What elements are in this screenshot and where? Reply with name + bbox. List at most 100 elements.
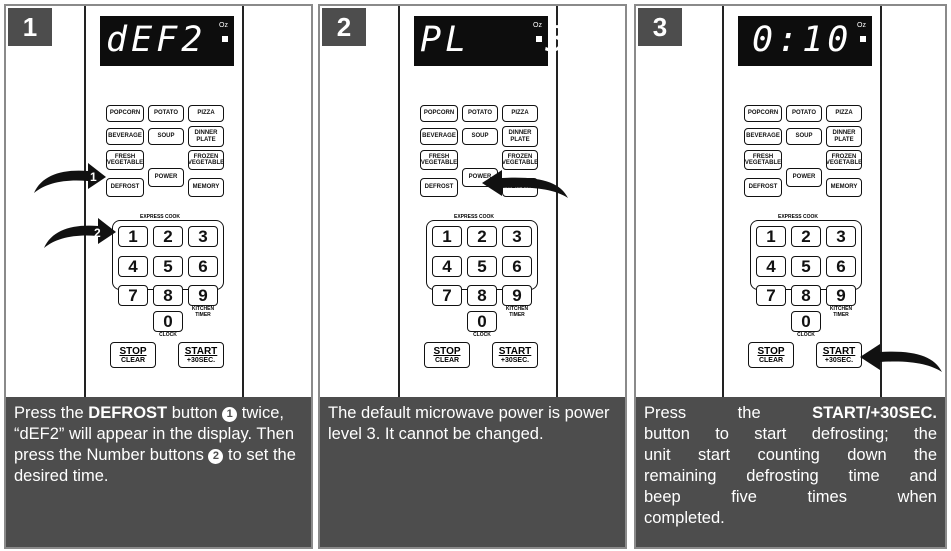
caption-bold: DEFROST: [88, 404, 168, 422]
caption-line: completed.: [644, 509, 725, 527]
fresh-vegetable-button[interactable]: FRESH VEGETABLE: [420, 150, 458, 170]
number-button-0[interactable]: 0: [153, 311, 183, 332]
stop-clear-button[interactable]: STOP CLEAR: [748, 342, 794, 368]
beverage-button[interactable]: BEVERAGE: [106, 128, 144, 145]
stop-clear-button[interactable]: STOP CLEAR: [424, 342, 470, 368]
number-button-8[interactable]: 8: [467, 285, 497, 306]
number-button-3[interactable]: 3: [826, 226, 856, 247]
step-panel-3: 3 0:10 Oz POPCORN POTATO PIZZA BEVERAGE …: [634, 4, 947, 549]
frozen-vegetable-button[interactable]: FROZEN VEGETABLE: [502, 150, 538, 170]
start-30sec-button[interactable]: START +30SEC.: [492, 342, 538, 368]
number-button-1[interactable]: 1: [432, 226, 462, 247]
beverage-button[interactable]: BEVERAGE: [744, 128, 782, 145]
number-button-7[interactable]: 7: [756, 285, 786, 306]
popcorn-button[interactable]: POPCORN: [744, 105, 782, 122]
caption-bold: START/+30SEC.: [812, 404, 937, 422]
defrost-button[interactable]: DEFROST: [420, 178, 458, 197]
express-cook-label: EXPRESS COOK: [138, 214, 183, 220]
number-button-3[interactable]: 3: [188, 226, 218, 247]
arrow-pointing-power-icon: [482, 170, 568, 198]
power-button[interactable]: POWER: [786, 168, 822, 187]
defrost-button[interactable]: DEFROST: [106, 178, 144, 197]
popcorn-button[interactable]: POPCORN: [420, 105, 458, 122]
kitchen-timer-label: KITCHEN TIMER: [191, 306, 215, 318]
number-button-8[interactable]: 8: [153, 285, 183, 306]
memory-button[interactable]: MEMORY: [826, 178, 862, 197]
pizza-button[interactable]: PIZZA: [502, 105, 538, 122]
stop-label: STOP: [433, 346, 461, 357]
start-label: START: [498, 346, 532, 357]
number-button-4[interactable]: 4: [118, 256, 148, 277]
caption-line: button to start defrosting; the: [644, 425, 937, 443]
number-button-2[interactable]: 2: [153, 226, 183, 247]
number-button-9[interactable]: 9: [826, 285, 856, 306]
number-button-8[interactable]: 8: [791, 285, 821, 306]
number-button-5[interactable]: 5: [791, 256, 821, 277]
kitchen-timer-label: KITCHEN TIMER: [505, 306, 529, 318]
clock-label: CLOCK: [473, 332, 491, 338]
defrost-button[interactable]: DEFROST: [744, 178, 782, 197]
display-text: 0:10: [752, 20, 853, 60]
potato-button[interactable]: POTATO: [786, 105, 822, 122]
number-button-6[interactable]: 6: [502, 256, 532, 277]
pizza-button[interactable]: PIZZA: [188, 105, 224, 122]
memory-button[interactable]: MEMORY: [188, 178, 224, 197]
soup-button[interactable]: SOUP: [462, 128, 498, 145]
clock-label: CLOCK: [797, 332, 815, 338]
number-button-0[interactable]: 0: [791, 311, 821, 332]
beverage-button[interactable]: BEVERAGE: [420, 128, 458, 145]
number-button-5[interactable]: 5: [153, 256, 183, 277]
pizza-button[interactable]: PIZZA: [826, 105, 862, 122]
popcorn-button[interactable]: POPCORN: [106, 105, 144, 122]
arrow-label-2: 2: [94, 226, 101, 240]
arrow-pointing-start-icon: [860, 344, 942, 372]
circled-number-icon: 2: [208, 449, 224, 464]
start-label: START: [184, 346, 218, 357]
step-caption: Press the START/+30SEC. button to start …: [636, 397, 945, 547]
number-button-7[interactable]: 7: [432, 285, 462, 306]
soup-button[interactable]: SOUP: [786, 128, 822, 145]
number-button-5[interactable]: 5: [467, 256, 497, 277]
number-button-0[interactable]: 0: [467, 311, 497, 332]
kitchen-timer-label: KITCHEN TIMER: [829, 306, 853, 318]
cup-indicator-icon: [222, 36, 228, 42]
stop-label: STOP: [119, 346, 147, 357]
number-button-1[interactable]: 1: [118, 226, 148, 247]
number-button-4[interactable]: 4: [432, 256, 462, 277]
number-button-6[interactable]: 6: [826, 256, 856, 277]
caption-line: beep five times when: [644, 488, 937, 506]
caption-line: Press the START/+30SEC.: [644, 403, 937, 424]
frozen-vegetable-button[interactable]: FROZEN VEGETABLE: [826, 150, 862, 170]
oz-indicator: Oz: [857, 22, 866, 29]
number-button-9[interactable]: 9: [188, 285, 218, 306]
display-text: PL 3: [420, 20, 571, 60]
circled-number-icon: 1: [222, 407, 238, 422]
number-button-3[interactable]: 3: [502, 226, 532, 247]
number-button-2[interactable]: 2: [467, 226, 497, 247]
dinner-plate-button[interactable]: DINNER PLATE: [188, 126, 224, 147]
potato-button[interactable]: POTATO: [148, 105, 184, 122]
number-button-2[interactable]: 2: [791, 226, 821, 247]
caption-text: button: [167, 404, 223, 422]
plus-30sec-label: +30SEC.: [186, 357, 216, 364]
caption-line: remaining defrosting time and: [644, 467, 937, 485]
soup-button[interactable]: SOUP: [148, 128, 184, 145]
fresh-vegetable-button[interactable]: FRESH VEGETABLE: [744, 150, 782, 170]
start-30sec-button[interactable]: START +30SEC.: [178, 342, 224, 368]
number-button-7[interactable]: 7: [118, 285, 148, 306]
frozen-vegetable-button[interactable]: FROZEN VEGETABLE: [188, 150, 224, 170]
number-button-4[interactable]: 4: [756, 256, 786, 277]
fresh-vegetable-button[interactable]: FRESH VEGETABLE: [106, 150, 144, 170]
stop-clear-button[interactable]: STOP CLEAR: [110, 342, 156, 368]
clear-label: CLEAR: [120, 357, 146, 364]
start-30sec-button[interactable]: START +30SEC.: [816, 342, 862, 368]
clock-label: CLOCK: [159, 332, 177, 338]
power-button[interactable]: POWER: [148, 168, 184, 187]
number-button-6[interactable]: 6: [188, 256, 218, 277]
number-button-9[interactable]: 9: [502, 285, 532, 306]
express-cook-label: EXPRESS COOK: [452, 214, 497, 220]
dinner-plate-button[interactable]: DINNER PLATE: [502, 126, 538, 147]
dinner-plate-button[interactable]: DINNER PLATE: [826, 126, 862, 147]
potato-button[interactable]: POTATO: [462, 105, 498, 122]
number-button-1[interactable]: 1: [756, 226, 786, 247]
